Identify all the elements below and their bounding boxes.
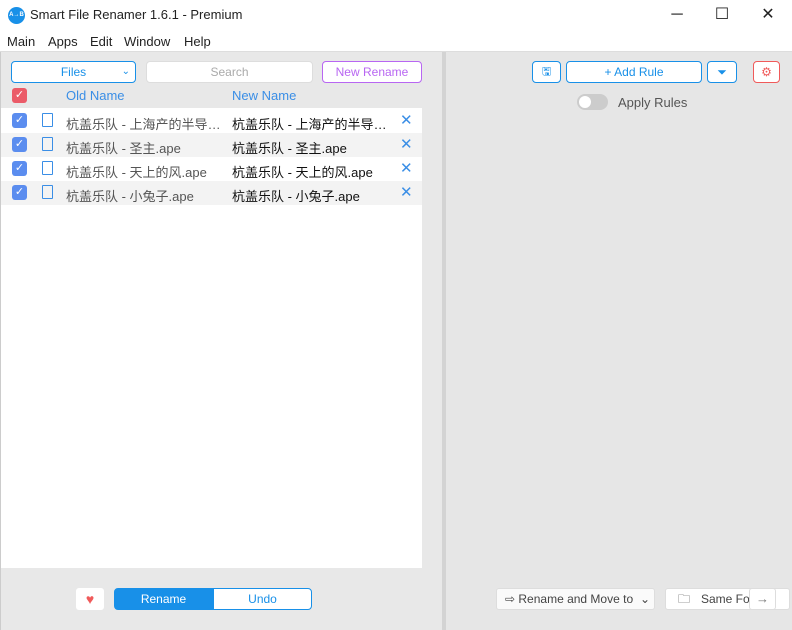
menu-apps[interactable]: Apps xyxy=(48,34,78,49)
menu-window[interactable]: Window xyxy=(124,34,170,49)
select-all-checkbox[interactable]: ✓ xyxy=(12,88,27,103)
save-icon[interactable]: 🖫 xyxy=(532,61,561,83)
row-checkbox[interactable]: ✓ xyxy=(12,113,27,128)
apply-rules-label: Apply Rules xyxy=(618,95,688,110)
new-name: 杭盖乐队 - 圣主.ape xyxy=(232,141,347,156)
file-list: ✓ 杭盖乐队 - 上海产的半导体.ape杭盖乐队 - 上海产的半导体.ape✕ … xyxy=(1,108,422,568)
undo-button[interactable]: Undo xyxy=(213,588,312,610)
app-logo-icon: A→B xyxy=(8,7,25,24)
remove-icon[interactable]: ✕ xyxy=(400,183,413,201)
filter-icon[interactable]: ⏷ xyxy=(707,61,737,83)
remove-icon[interactable]: ✕ xyxy=(400,135,413,153)
table-row[interactable]: ✓ 杭盖乐队 - 圣主.ape 杭盖乐队 - 圣主.ape ✕ xyxy=(1,133,422,157)
folder-label: Same Fo xyxy=(701,592,750,606)
remove-icon[interactable]: ✕ xyxy=(400,159,413,177)
add-rule-button[interactable]: + Add Rule xyxy=(566,61,702,83)
heart-icon[interactable]: ♥ xyxy=(76,588,104,610)
rename-mode-select[interactable]: ⇨ Rename and Move to ⌄ xyxy=(496,588,655,610)
old-name: 杭盖乐队 - 上海产的半导体.ape xyxy=(66,117,226,132)
old-name: 杭盖乐队 - 小兔子.ape xyxy=(66,189,194,204)
table-row[interactable]: ✓ 杭盖乐队 - 上海产的半导体.ape 杭盖乐队 - 上海产的半导体.ape ✕ xyxy=(1,109,422,133)
menu-help[interactable]: Help xyxy=(184,34,211,49)
settings-icon[interactable]: ⚙ xyxy=(753,61,780,83)
file-icon xyxy=(42,113,53,127)
old-name: 杭盖乐队 - 圣主.ape xyxy=(66,141,181,156)
files-select[interactable]: Files ⌄ xyxy=(11,61,136,83)
new-name: 杭盖乐队 - 天上的风.ape xyxy=(232,165,373,180)
apply-rules-toggle[interactable] xyxy=(577,94,608,110)
folder-icon: 🗀 xyxy=(678,592,691,606)
panel-divider[interactable] xyxy=(442,52,446,630)
close-button[interactable]: ✕ xyxy=(745,0,791,30)
table-row[interactable]: ✓ 杭盖乐队 - 小兔子.ape 杭盖乐队 - 小兔子.ape ✕ xyxy=(1,181,422,205)
menu-main[interactable]: Main xyxy=(7,34,35,49)
window-title: Smart File Renamer 1.6.1 - Premium xyxy=(30,7,243,22)
files-select-label: Files xyxy=(60,65,87,79)
old-name: 杭盖乐队 - 天上的风.ape xyxy=(66,165,207,180)
maximize-button[interactable]: ☐ xyxy=(699,0,745,30)
remove-icon[interactable]: ✕ xyxy=(400,111,413,129)
menu-bar: Main Apps Edit Window Help xyxy=(0,30,792,52)
file-icon xyxy=(42,185,53,199)
rename-mode-label: ⇨ Rename and Move to xyxy=(505,592,634,606)
search-input[interactable]: Search xyxy=(146,61,313,83)
row-checkbox[interactable]: ✓ xyxy=(12,137,27,152)
file-icon xyxy=(42,137,53,151)
menu-edit[interactable]: Edit xyxy=(90,34,112,49)
new-name-header[interactable]: New Name xyxy=(232,88,296,103)
new-name: 杭盖乐队 - 小兔子.ape xyxy=(232,189,360,204)
row-checkbox[interactable]: ✓ xyxy=(12,185,27,200)
new-rename-button[interactable]: New Rename xyxy=(322,61,422,83)
row-checkbox[interactable]: ✓ xyxy=(12,161,27,176)
chevron-down-icon: ⌄ xyxy=(121,66,130,77)
table-row[interactable]: ✓ 杭盖乐队 - 天上的风.ape 杭盖乐队 - 天上的风.ape ✕ xyxy=(1,157,422,181)
old-name-header[interactable]: Old Name xyxy=(66,88,125,103)
chevron-down-icon: ⌄ xyxy=(639,592,650,606)
rename-button[interactable]: Rename xyxy=(114,588,213,610)
file-icon xyxy=(42,161,53,175)
title-bar: A→B Smart File Renamer 1.6.1 - Premium ─… xyxy=(0,0,792,30)
new-name: 杭盖乐队 - 上海产的半导体.ape xyxy=(232,117,392,132)
arrow-right-icon[interactable]: → xyxy=(749,588,776,610)
minimize-button[interactable]: ─ xyxy=(654,0,700,30)
